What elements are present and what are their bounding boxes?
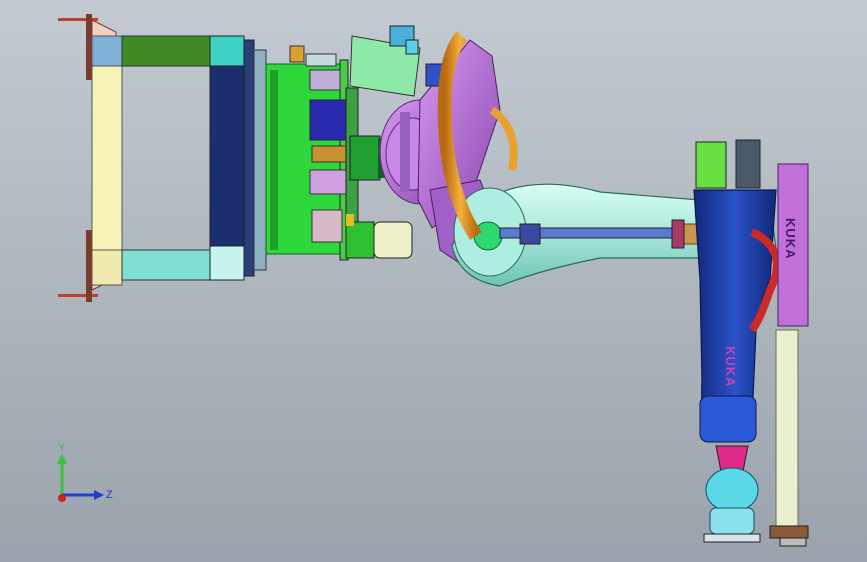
- cad-viewport[interactable]: KUKA KUKA Y Z: [0, 0, 867, 562]
- z-axis-label: Z: [106, 489, 113, 501]
- y-axis-label: Y: [58, 442, 66, 454]
- x-axis-origin: [58, 494, 66, 502]
- y-axis-arrow: [57, 454, 67, 464]
- z-axis-arrow: [94, 490, 104, 500]
- base-brand-label: KUKA: [783, 218, 798, 260]
- coordinate-triad: Y Z: [57, 442, 113, 502]
- arm-brand-label: KUKA: [723, 346, 738, 388]
- robot-gripper-3d-model[interactable]: KUKA KUKA: [0, 0, 867, 562]
